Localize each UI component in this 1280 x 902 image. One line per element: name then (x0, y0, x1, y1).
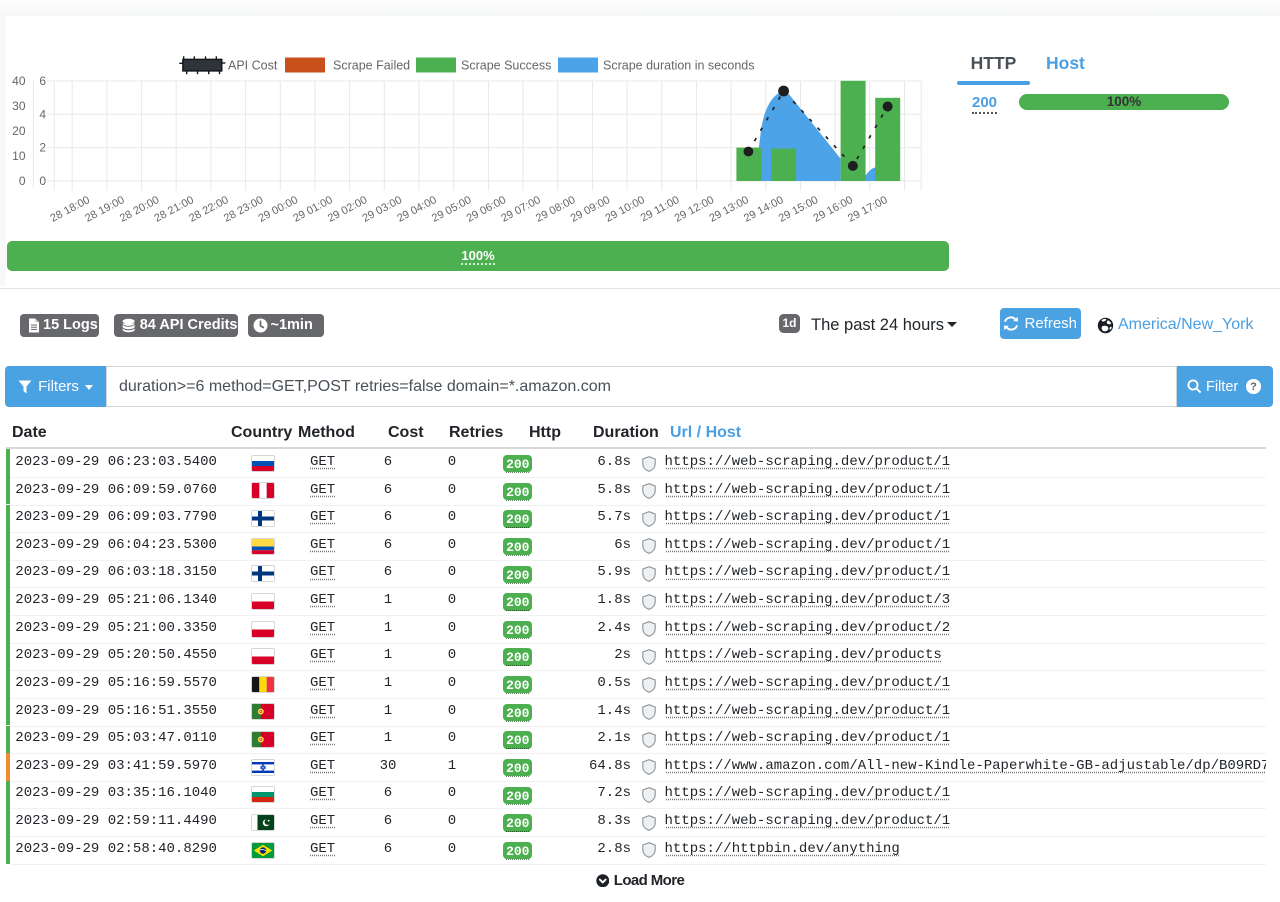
svg-text:29 10:00: 29 10:00 (603, 194, 646, 225)
svg-text:40: 40 (12, 74, 26, 88)
svg-text:Scrape Success: Scrape Success (461, 59, 551, 73)
svg-text:30: 30 (12, 99, 26, 113)
svg-text:4: 4 (39, 107, 46, 121)
svg-text:10: 10 (12, 149, 26, 163)
svg-text:API Cost: API Cost (228, 59, 278, 73)
svg-text:29 17:00: 29 17:00 (846, 194, 889, 225)
svg-text:0: 0 (19, 174, 26, 188)
svg-text:20: 20 (12, 124, 26, 138)
svg-text:2: 2 (39, 141, 46, 155)
svg-text:6: 6 (39, 74, 46, 88)
svg-text:0: 0 (39, 174, 46, 188)
svg-text:Scrape Failed: Scrape Failed (333, 59, 410, 73)
svg-text:Scrape duration in seconds: Scrape duration in seconds (603, 59, 754, 73)
